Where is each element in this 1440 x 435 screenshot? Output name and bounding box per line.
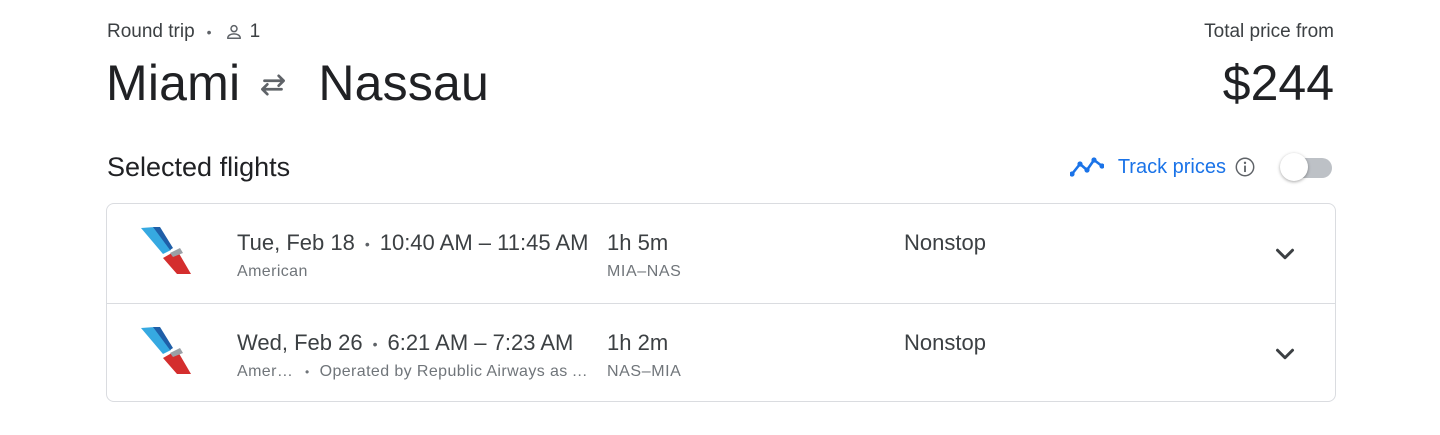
destination-city: Nassau	[318, 55, 490, 111]
person-icon	[224, 22, 244, 42]
operated-by: Operated by Republic Airways as American…	[319, 363, 598, 380]
flight-times: 6:21 AM – 7:23 AM	[387, 330, 574, 355]
american-airlines-logo	[139, 326, 195, 378]
price-label: Total price from	[1204, 21, 1334, 42]
flight-stops: Nonstop	[904, 230, 986, 255]
airline-name: American	[237, 263, 308, 280]
chevron-down-icon[interactable]	[1267, 336, 1303, 372]
trip-summary: Round trip • 1	[107, 20, 260, 44]
swap-arrows-icon	[256, 68, 290, 102]
separator-dot: •	[364, 236, 370, 253]
chevron-down-icon[interactable]	[1267, 236, 1303, 272]
flight-duration: 1h 5m	[607, 230, 669, 255]
toggle-knob	[1280, 153, 1308, 181]
flight-airline-line: American	[237, 261, 308, 283]
track-prices: Track prices	[1069, 150, 1332, 184]
flight-times: 10:40 AM – 11:45 AM	[379, 230, 589, 255]
trend-line-icon	[1069, 155, 1104, 179]
flight-summary: Tue, Feb 18 • 10:40 AM – 11:45 AM	[237, 228, 588, 258]
flight-date: Wed, Feb 26	[237, 330, 363, 355]
flight-row-outbound[interactable]: Tue, Feb 18 • 10:40 AM – 11:45 AM American…	[107, 204, 1335, 303]
airport-codes: MIA–NAS	[607, 263, 682, 280]
flight-airline-line: American • Operated by Republic Airways as…	[237, 361, 598, 383]
separator-dot: •	[305, 365, 310, 379]
track-prices-label[interactable]: Track prices	[1118, 150, 1226, 184]
info-icon[interactable]	[1234, 156, 1256, 178]
passenger-count[interactable]: 1	[250, 21, 261, 43]
american-airlines-logo	[139, 226, 195, 278]
airport-codes: NAS–MIA	[607, 363, 682, 380]
total-price: $244	[1222, 55, 1334, 111]
flight-row-return[interactable]: Wed, Feb 26 • 6:21 AM – 7:23 AM American • O…	[107, 303, 1335, 401]
separator-dot: •	[206, 24, 212, 40]
origin-city: Miami	[106, 55, 241, 111]
track-prices-toggle[interactable]	[1280, 150, 1332, 184]
separator-dot: •	[372, 336, 378, 353]
flight-duration: 1h 2m	[607, 330, 669, 355]
trip-type[interactable]: Round trip	[107, 21, 195, 43]
flight-stops: Nonstop	[904, 330, 986, 355]
route-title: Miami Nassau	[106, 52, 489, 114]
airline-name: American	[237, 363, 295, 380]
selected-flights-card: Tue, Feb 18 • 10:40 AM – 11:45 AM American…	[106, 203, 1336, 402]
flight-date: Tue, Feb 18	[237, 230, 355, 255]
flight-summary: Wed, Feb 26 • 6:21 AM – 7:23 AM	[237, 328, 573, 358]
section-title: Selected flights	[107, 152, 291, 182]
